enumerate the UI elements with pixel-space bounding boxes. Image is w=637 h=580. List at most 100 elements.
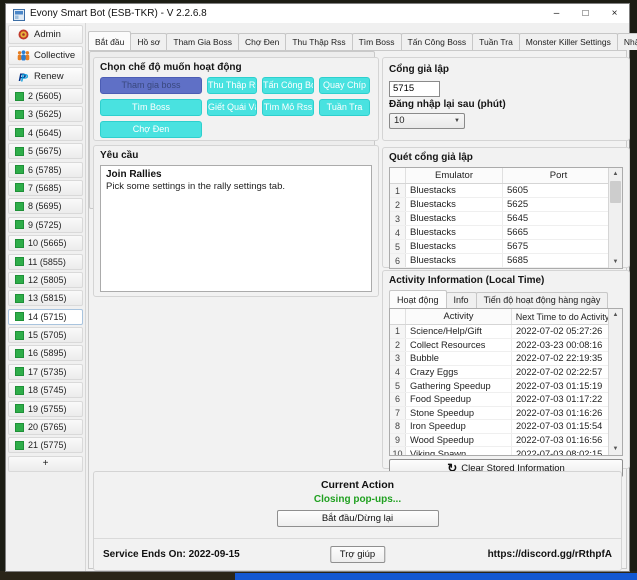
tab-thu-th-p-rss[interactable]: Thu Thập Rss	[285, 33, 352, 50]
table-row[interactable]: 6Food Speedup2022-07-03 01:17:22	[390, 393, 622, 407]
sidebar-button-admin[interactable]: Admin	[8, 25, 83, 44]
scrollbar-thumb[interactable]	[610, 181, 621, 203]
account-item[interactable]: 12 (5805)	[8, 272, 83, 288]
scroll-up-icon[interactable]: ▲	[613, 309, 619, 321]
help-button[interactable]: Trợ giúp	[330, 546, 385, 563]
table-row[interactable]: 8Iron Speedup2022-07-03 01:15:54	[390, 420, 622, 434]
emulator-table[interactable]: Emulator Port 1Bluestacks56052Bluestacks…	[389, 167, 623, 269]
mode-button-t-m-m-rss[interactable]: Tìm Mỏ Rss	[262, 99, 314, 116]
account-item[interactable]: 18 (5745)	[8, 382, 83, 398]
table-row[interactable]: 4Crazy Eggs2022-07-02 02:22:57	[390, 366, 622, 380]
table-row[interactable]: 2Bluestacks5625	[390, 198, 622, 212]
mode-button-thu-th-p-rss[interactable]: Thu Thập Rss	[207, 77, 257, 94]
tab-t-m-boss[interactable]: Tìm Boss	[352, 33, 402, 50]
account-status-icon	[15, 441, 24, 450]
table-row[interactable]: 5Bluestacks5675	[390, 240, 622, 254]
mode-button-t-m-boss[interactable]: Tìm Boss	[100, 99, 202, 116]
scroll-up-icon[interactable]: ▲	[613, 168, 619, 180]
start-stop-button[interactable]: Bắt đầu/Dừng lại	[277, 510, 439, 527]
account-item[interactable]: 15 (5705)	[8, 327, 83, 343]
tab-ch-en[interactable]: Chợ Đen	[238, 33, 286, 50]
account-item[interactable]: 8 (5695)	[8, 198, 83, 214]
activity-info-group: Activity Information (Local Time) Hoạt đ…	[382, 270, 630, 469]
account-status-icon	[15, 404, 24, 413]
table-cell: 2022-07-03 01:16:26	[512, 407, 614, 420]
table-row[interactable]: 7Bluestacks5695	[390, 268, 622, 269]
mode-button-t-n-c-ng-boss[interactable]: Tấn Công Boss	[262, 77, 314, 94]
table-row[interactable]: 4Bluestacks5665	[390, 226, 622, 240]
sidebar-button-collective[interactable]: Collective	[8, 46, 83, 65]
table-cell: Food Speedup	[406, 393, 512, 406]
table-row[interactable]: 10Viking Spawn2022-07-03 08:02:15	[390, 447, 622, 456]
account-item[interactable]: 6 (5785)	[8, 162, 83, 178]
account-item[interactable]: 21 (5775)	[8, 437, 83, 453]
table-row[interactable]: 1Science/Help/Gift2022-07-02 05:27:26	[390, 325, 622, 339]
tab-t-n-c-ng-boss[interactable]: Tấn Công Boss	[401, 33, 474, 50]
tab-nh-t-k[interactable]: Nhật Ký	[617, 33, 637, 50]
action-footer-box: Current Action Closing pop-ups... Bắt đầ…	[93, 471, 622, 571]
tab-monster-killer-settings[interactable]: Monster Killer Settings	[519, 33, 618, 50]
account-label: 20 (5765)	[28, 422, 67, 432]
tab-h-s[interactable]: Hồ sơ	[130, 33, 167, 50]
service-ends-text: Service Ends On: 2022-09-15	[103, 549, 240, 560]
add-account-button[interactable]: +	[8, 456, 83, 472]
activity-table-scrollbar[interactable]: ▲ ▼	[608, 309, 622, 455]
tab-b-t-u[interactable]: Bắt đầu	[88, 31, 131, 50]
close-button[interactable]: ×	[600, 4, 629, 23]
activity-tab-ti-n-ho-t-ng-h-ng-ng-y[interactable]: Tiến độ hoạt động hàng ngày	[476, 292, 609, 308]
account-item[interactable]: 14 (5715)	[8, 309, 83, 325]
account-item[interactable]: 4 (5645)	[8, 125, 83, 141]
row-number: 10	[390, 447, 406, 456]
mode-button-tham-gia-boss[interactable]: Tham gia boss	[100, 77, 202, 94]
account-item[interactable]: 10 (5665)	[8, 235, 83, 251]
minimize-button[interactable]: –	[542, 4, 571, 23]
port-input[interactable]	[389, 81, 440, 97]
account-item[interactable]: 2 (5605)	[8, 88, 83, 104]
mode-button-tu-n-tra[interactable]: Tuần Tra	[319, 99, 370, 116]
activity-table[interactable]: Activity Next Time to do Activity 1Scien…	[389, 308, 623, 456]
account-status-icon	[15, 349, 24, 358]
scroll-down-icon[interactable]: ▼	[613, 443, 619, 455]
activity-tab-info[interactable]: Info	[446, 292, 477, 308]
mode-button-gi-t-qu-i-v-t[interactable]: Giết Quái Vật	[207, 99, 257, 116]
account-item[interactable]: 9 (5725)	[8, 217, 83, 233]
account-label: 13 (5815)	[28, 293, 67, 303]
account-label: 11 (5855)	[28, 257, 66, 267]
account-item[interactable]: 11 (5855)	[8, 254, 83, 270]
mode-button-ch-en[interactable]: Chợ Đen	[100, 121, 202, 138]
mode-button-quay-ch-p[interactable]: Quay Chíp	[319, 77, 370, 94]
chevron-down-icon: ▼	[454, 118, 460, 124]
table-row[interactable]: 3Bubble2022-07-02 22:19:35	[390, 352, 622, 366]
relogin-select[interactable]: 10 ▼	[389, 113, 465, 129]
account-item[interactable]: 3 (5625)	[8, 106, 83, 122]
table-row[interactable]: 1Bluestacks5605	[390, 184, 622, 198]
account-item[interactable]: 20 (5765)	[8, 419, 83, 435]
table-row[interactable]: 9Wood Speedup2022-07-03 01:16:56	[390, 434, 622, 448]
account-item[interactable]: 19 (5755)	[8, 401, 83, 417]
table-cell: Bluestacks	[406, 226, 503, 239]
table-cell: Stone Speedup	[406, 407, 512, 420]
table-row[interactable]: 3Bluestacks5645	[390, 212, 622, 226]
discord-link[interactable]: https://discord.gg/rRthpfA	[488, 549, 612, 560]
table-cell: Bluestacks	[406, 240, 503, 253]
tab-tu-n-tra[interactable]: Tuần Tra	[472, 33, 520, 50]
account-item[interactable]: 13 (5815)	[8, 290, 83, 306]
account-item[interactable]: 5 (5675)	[8, 143, 83, 159]
activity-tab-ho-t-ng[interactable]: Hoạt động	[389, 290, 447, 308]
scroll-down-icon[interactable]: ▼	[613, 256, 619, 268]
account-item[interactable]: 17 (5735)	[8, 364, 83, 380]
account-item[interactable]: 7 (5685)	[8, 180, 83, 196]
window-title: Evony Smart Bot (ESB-TKR) - V 2.2.6.8	[30, 8, 207, 19]
sidebar-button-renew[interactable]: PPRenew	[8, 67, 83, 86]
maximize-button[interactable]: □	[571, 4, 600, 23]
main-area: Bắt đầuHồ sơTham Gia BossChợ ĐenThu Thập…	[86, 23, 629, 571]
row-number: 1	[390, 184, 406, 197]
table-row[interactable]: 7Stone Speedup2022-07-03 01:16:26	[390, 407, 622, 421]
tab-tham-gia-boss[interactable]: Tham Gia Boss	[166, 33, 239, 50]
table-row[interactable]: 2Collect Resources2022-03-23 00:08:16	[390, 339, 622, 353]
table-row[interactable]: 6Bluestacks5685	[390, 254, 622, 268]
relogin-label: Đăng nhập lại sau (phút)	[389, 99, 623, 110]
emulator-table-scrollbar[interactable]: ▲ ▼	[608, 168, 622, 268]
account-item[interactable]: 16 (5895)	[8, 345, 83, 361]
table-row[interactable]: 5Gathering Speedup2022-07-03 01:15:19	[390, 379, 622, 393]
